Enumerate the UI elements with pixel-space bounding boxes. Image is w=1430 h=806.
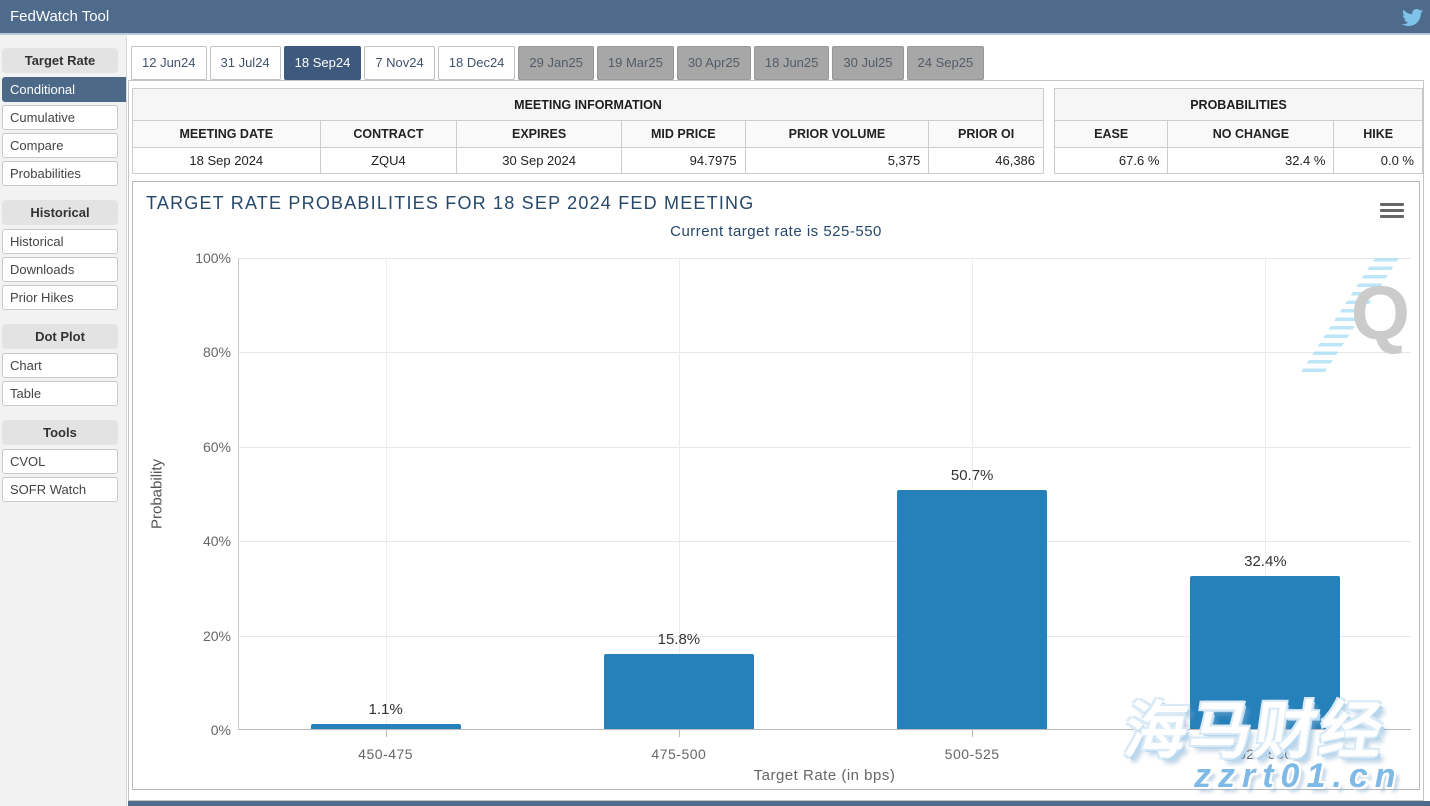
sidebar-section-historical: Historical	[2, 200, 118, 225]
y-tick-label: 40%	[169, 533, 231, 549]
probabilities-header-row: EASENO CHANGEHIKE	[1055, 120, 1422, 147]
x-tick-label: 450-475	[358, 746, 413, 762]
y-tick-label: 20%	[169, 628, 231, 644]
sidebar-item-sofr-watch[interactable]: SOFR Watch	[2, 477, 118, 502]
app-title: FedWatch Tool	[10, 8, 109, 25]
tab-19-mar25[interactable]: 19 Mar25	[597, 46, 674, 80]
value-ease: 67.6 %	[1055, 148, 1167, 173]
tab-18-dec24[interactable]: 18 Dec24	[438, 46, 516, 80]
gridline-horizontal	[239, 541, 1411, 542]
x-tick-mark	[679, 730, 680, 737]
tab-30-jul25[interactable]: 30 Jul25	[832, 46, 903, 80]
bar-450-475[interactable]	[311, 724, 461, 729]
sidebar-item-historical[interactable]: Historical	[2, 229, 118, 254]
x-tick-label: 500-525	[945, 746, 1000, 762]
sidebar-section-dot-plot: Dot Plot	[2, 324, 118, 349]
meeting-information-title: MEETING INFORMATION	[133, 89, 1043, 120]
probabilities-value-row: 67.6 %32.4 %0.0 %	[1055, 147, 1422, 173]
value-expires: 30 Sep 2024	[456, 148, 621, 173]
chart-menu-icon[interactable]	[1380, 203, 1404, 221]
bar-value-label: 50.7%	[951, 467, 994, 484]
tab-31-jul24[interactable]: 31 Jul24	[210, 46, 281, 80]
column-header-prior-oi: PRIOR OI	[928, 121, 1043, 147]
sidebar-section-tools: Tools	[2, 420, 118, 445]
meeting-information-header-row: MEETING DATECONTRACTEXPIRESMID PRICEPRIO…	[133, 120, 1043, 147]
column-header-no-change: NO CHANGE	[1167, 121, 1333, 147]
bar-value-label: 15.8%	[658, 631, 701, 648]
column-header-contract: CONTRACT	[320, 121, 457, 147]
tab-29-jan25[interactable]: 29 Jan25	[518, 46, 594, 80]
sidebar-item-chart[interactable]: Chart	[2, 353, 118, 378]
column-header-prior-volume: PRIOR VOLUME	[745, 121, 929, 147]
sidebar-item-conditional[interactable]: Conditional	[2, 77, 126, 102]
y-tick-label: 80%	[169, 344, 231, 360]
gridline-vertical	[386, 258, 387, 729]
app-header: FedWatch Tool	[0, 0, 1430, 35]
value-hike: 0.0 %	[1333, 148, 1422, 173]
quikstrike-logo-icon: Q	[1328, 262, 1412, 372]
sidebar-item-cvol[interactable]: CVOL	[2, 449, 118, 474]
tab-30-apr25[interactable]: 30 Apr25	[677, 46, 751, 80]
y-tick-label: 60%	[169, 439, 231, 455]
gridline-horizontal	[239, 258, 1411, 259]
tab-24-sep25[interactable]: 24 Sep25	[907, 46, 985, 80]
column-header-mid-price: MID PRICE	[621, 121, 745, 147]
plot-area: 0%20%40%60%80%100%1.1%450-47515.8%475-50…	[238, 258, 1411, 730]
y-tick-label: 100%	[169, 250, 231, 266]
next-section-bar	[128, 801, 1430, 806]
x-tick-label: 475-500	[651, 746, 706, 762]
sidebar-item-table[interactable]: Table	[2, 381, 118, 406]
probabilities-table: PROBABILITIES EASENO CHANGEHIKE 67.6 %32…	[1054, 88, 1423, 174]
tab-12-jun24[interactable]: 12 Jun24	[131, 46, 207, 80]
tab-18-jun25[interactable]: 18 Jun25	[754, 46, 830, 80]
bar-500-525[interactable]	[897, 490, 1047, 729]
column-header-hike: HIKE	[1333, 121, 1422, 147]
sidebar: Target Rate Conditional Cumulative Compare P…	[0, 37, 127, 806]
chart-subtitle: Current target rate is 525-550	[133, 223, 1419, 240]
domain-watermark: zzrt01.cn	[1194, 757, 1403, 796]
x-tick-mark	[972, 730, 973, 737]
chart-title: TARGET RATE PROBABILITIES FOR 18 SEP 202…	[146, 193, 754, 214]
tab-18-sep24[interactable]: 18 Sep24	[284, 46, 362, 80]
column-header-expires: EXPIRES	[456, 121, 621, 147]
gridline-horizontal	[239, 447, 1411, 448]
gridline-horizontal	[239, 352, 1411, 353]
probabilities-title: PROBABILITIES	[1055, 89, 1422, 120]
sidebar-item-compare[interactable]: Compare	[2, 133, 118, 158]
meeting-information-table: MEETING INFORMATION MEETING DATECONTRACT…	[132, 88, 1044, 174]
value-prior-oi: 46,386	[928, 148, 1043, 173]
value-no-change: 32.4 %	[1167, 148, 1333, 173]
value-meeting-date: 18 Sep 2024	[133, 148, 320, 173]
tab-7-nov24[interactable]: 7 Nov24	[364, 46, 434, 80]
y-axis-title: Probability	[147, 258, 167, 730]
x-tick-mark	[386, 730, 387, 737]
value-mid-price: 94.7975	[621, 148, 745, 173]
sidebar-item-cumulative[interactable]: Cumulative	[2, 105, 118, 130]
column-header-meeting-date: MEETING DATE	[133, 121, 320, 147]
sidebar-item-prior-hikes[interactable]: Prior Hikes	[2, 285, 118, 310]
value-contract: ZQU4	[320, 148, 457, 173]
bar-value-label: 32.4%	[1244, 553, 1287, 570]
meeting-information-value-row: 18 Sep 2024ZQU430 Sep 202494.79755,37546…	[133, 147, 1043, 173]
fedwatch-page: FedWatch Tool Target Rate Conditional Cumu…	[0, 0, 1430, 806]
sidebar-item-probabilities[interactable]: Probabilities	[2, 161, 118, 186]
sidebar-section-target-rate: Target Rate	[2, 48, 118, 73]
meeting-date-tabs: 12 Jun2431 Jul2418 Sep247 Nov2418 Dec242…	[131, 46, 984, 80]
quikstrike-q-letter: Q	[1351, 276, 1410, 352]
y-tick-label: 0%	[169, 722, 231, 738]
sidebar-item-downloads[interactable]: Downloads	[2, 257, 118, 282]
twitter-icon[interactable]	[1402, 7, 1423, 28]
bar-value-label: 1.1%	[369, 701, 403, 718]
bar-475-500[interactable]	[604, 654, 754, 729]
value-prior-volume: 5,375	[745, 148, 929, 173]
column-header-ease: EASE	[1055, 121, 1167, 147]
